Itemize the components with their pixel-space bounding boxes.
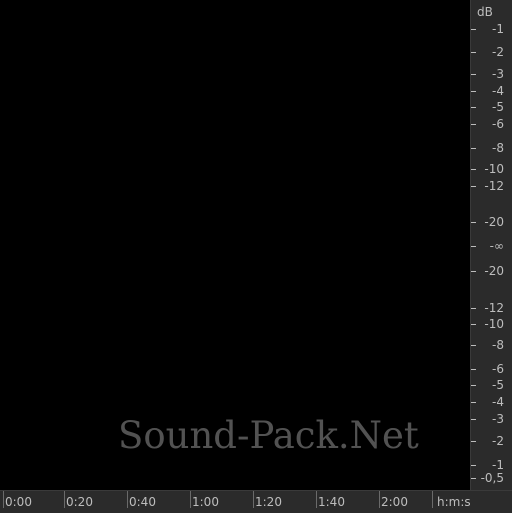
db-label: -4 bbox=[492, 84, 504, 98]
db-tick bbox=[471, 369, 476, 370]
time-tick bbox=[190, 491, 191, 508]
db-label: -10 bbox=[484, 317, 504, 331]
time-label: 0:20 bbox=[66, 495, 93, 509]
time-label: 2:00 bbox=[381, 495, 408, 509]
db-label: -5 bbox=[492, 100, 504, 114]
time-tick bbox=[127, 491, 128, 508]
db-label: -5 bbox=[492, 378, 504, 392]
db-label: -20 bbox=[484, 215, 504, 229]
db-label: -0,5 bbox=[480, 471, 504, 485]
db-label: -20 bbox=[484, 264, 504, 278]
db-label: -3 bbox=[492, 412, 504, 426]
time-tick bbox=[432, 491, 433, 508]
time-label: 0:00 bbox=[5, 495, 32, 509]
db-label: -2 bbox=[492, 434, 504, 448]
time-label: 1:20 bbox=[255, 495, 282, 509]
db-label: -6 bbox=[492, 362, 504, 376]
db-tick bbox=[471, 52, 476, 53]
db-tick bbox=[471, 385, 476, 386]
db-tick bbox=[471, 465, 476, 466]
time-tick bbox=[379, 491, 380, 508]
db-label: -8 bbox=[492, 141, 504, 155]
db-tick bbox=[471, 402, 476, 403]
time-tick bbox=[253, 491, 254, 508]
time-scale: 0:00 0:20 0:40 1:00 1:20 1:40 2:00 h:m:s bbox=[0, 490, 512, 513]
db-label: -3 bbox=[492, 67, 504, 81]
waveform-body bbox=[0, 36, 470, 457]
waveform-display[interactable]: Sound-Pack.Net bbox=[0, 0, 470, 490]
waveform-viewer: Sound-Pack.Net dB -1 -2 -3 -4 -5 -6 -8 -… bbox=[0, 0, 512, 513]
time-label: 1:00 bbox=[192, 495, 219, 509]
db-unit-label: dB bbox=[477, 5, 493, 19]
db-tick bbox=[471, 419, 476, 420]
db-label: -10 bbox=[484, 162, 504, 176]
time-label: 0:40 bbox=[129, 495, 156, 509]
time-tick bbox=[64, 491, 65, 508]
db-tick bbox=[471, 29, 476, 30]
db-tick bbox=[471, 169, 476, 170]
db-tick bbox=[471, 222, 476, 223]
time-label: 1:40 bbox=[318, 495, 345, 509]
db-tick bbox=[471, 148, 476, 149]
db-label: -∞ bbox=[489, 239, 504, 253]
db-tick bbox=[471, 271, 476, 272]
db-label: -12 bbox=[484, 301, 504, 315]
watermark-text: Sound-Pack.Net bbox=[118, 414, 419, 457]
db-scale: dB -1 -2 -3 -4 -5 -6 -8 -10 -12 -20 -∞ -… bbox=[470, 0, 512, 490]
db-label: -1 bbox=[492, 22, 504, 36]
db-tick bbox=[471, 107, 476, 108]
db-tick bbox=[471, 91, 476, 92]
db-tick bbox=[471, 345, 476, 346]
db-label: -2 bbox=[492, 45, 504, 59]
db-tick bbox=[471, 478, 476, 479]
db-tick bbox=[471, 186, 476, 187]
time-tick bbox=[3, 491, 4, 508]
db-tick bbox=[471, 308, 476, 309]
db-label: -8 bbox=[492, 338, 504, 352]
db-label: -1 bbox=[492, 458, 504, 472]
time-tick bbox=[316, 491, 317, 508]
db-label: -12 bbox=[484, 179, 504, 193]
db-label: -4 bbox=[492, 395, 504, 409]
db-label: -6 bbox=[492, 117, 504, 131]
db-tick bbox=[471, 246, 476, 247]
db-tick bbox=[471, 124, 476, 125]
db-tick bbox=[471, 441, 476, 442]
db-tick bbox=[471, 324, 476, 325]
db-tick bbox=[471, 74, 476, 75]
time-unit-label: h:m:s bbox=[437, 495, 471, 509]
